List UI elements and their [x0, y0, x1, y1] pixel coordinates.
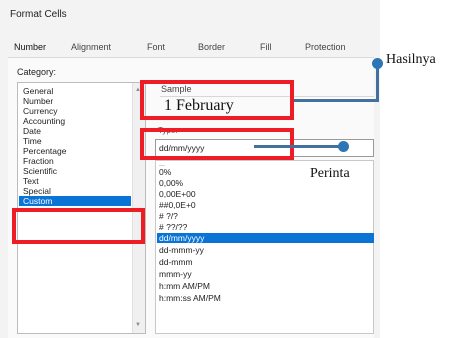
custom-highlight-box: [12, 208, 145, 244]
type-item-scientific[interactable]: 0,00E+00: [159, 189, 196, 199]
tab-border[interactable]: Border: [198, 42, 225, 52]
category-item-percentage[interactable]: Percentage: [23, 146, 66, 156]
tab-bar: Number Alignment Font Border Fill Protec…: [8, 36, 374, 58]
type-item-fraction-2[interactable]: # ??/??: [159, 222, 187, 232]
type-list[interactable]: ... 0% 0,00% 0,00E+00 ##0,0E+0 # ?/? # ?…: [155, 160, 374, 334]
sample-highlight-box: [140, 80, 294, 120]
result-connector-dot: [372, 58, 383, 69]
category-item-accounting[interactable]: Accounting: [23, 116, 65, 126]
command-connector-dot: [338, 141, 349, 152]
dialog-title: Format Cells: [10, 9, 67, 20]
result-callout-label: Hasilnya: [386, 52, 436, 67]
category-item-time[interactable]: Time: [23, 136, 42, 146]
type-item-dd-mm-yyyy[interactable]: dd/mm/yyyy: [157, 233, 374, 243]
type-item-fraction-1[interactable]: # ?/?: [159, 211, 178, 221]
type-item-mmm-yy[interactable]: mmm-yy: [159, 269, 192, 279]
category-item-number[interactable]: Number: [23, 96, 53, 106]
category-item-scientific[interactable]: Scientific: [23, 166, 57, 176]
result-connector-vertical: [376, 64, 379, 102]
type-highlight-box: [140, 128, 294, 160]
tab-protection[interactable]: Protection: [305, 42, 346, 52]
type-item-time-seconds-ampm[interactable]: h:mm:ss AM/PM: [159, 293, 221, 303]
type-item-dd-mmm-yy[interactable]: dd-mmm-yy: [159, 245, 204, 255]
tab-number[interactable]: Number: [14, 42, 46, 52]
category-item-fraction[interactable]: Fraction: [23, 156, 54, 166]
category-item-special[interactable]: Special: [23, 186, 51, 196]
type-item-engineering[interactable]: ##0,0E+0: [159, 200, 196, 210]
command-connector-line: [254, 145, 342, 148]
type-item-time-ampm[interactable]: h:mm AM/PM: [159, 281, 210, 291]
category-item-custom[interactable]: Custom: [19, 196, 131, 206]
tab-alignment[interactable]: Alignment: [71, 42, 111, 52]
type-item-dd-mmm[interactable]: dd-mmm: [159, 257, 193, 267]
category-item-currency[interactable]: Currency: [23, 106, 57, 116]
type-item-percent-decimal[interactable]: 0,00%: [159, 178, 183, 188]
category-label: Category:: [17, 67, 57, 77]
tab-font[interactable]: Font: [147, 42, 165, 52]
result-connector-horizontal: [294, 99, 378, 102]
category-item-general[interactable]: General: [23, 86, 53, 96]
scroll-down-arrow-icon[interactable]: ▼: [135, 322, 141, 328]
category-item-date[interactable]: Date: [23, 126, 41, 136]
category-item-text[interactable]: Text: [23, 176, 39, 186]
type-item-percent[interactable]: 0%: [159, 167, 171, 177]
command-callout-label: Perinta: [310, 166, 350, 181]
tab-fill[interactable]: Fill: [260, 42, 272, 52]
